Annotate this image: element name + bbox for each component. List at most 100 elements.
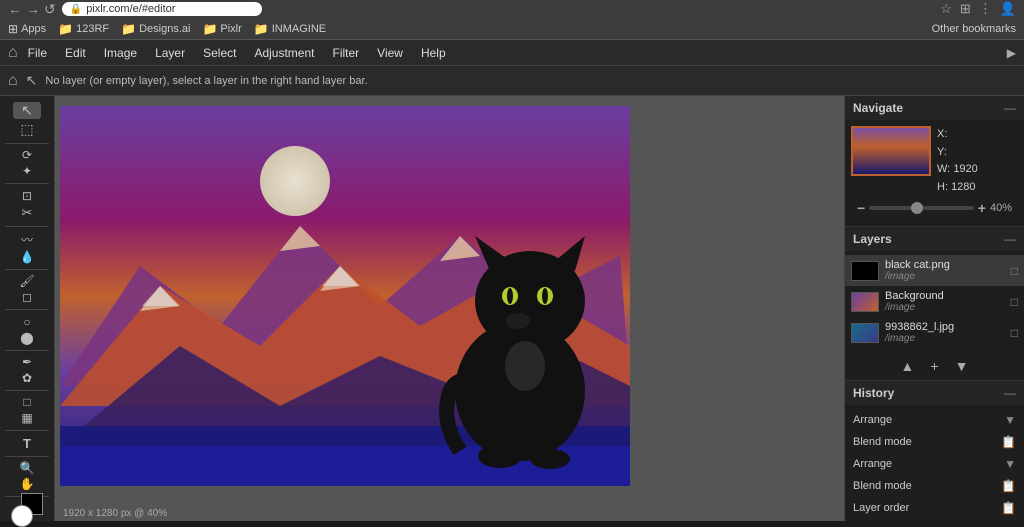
eraser-tool[interactable]: ◻ xyxy=(13,290,41,304)
menu-layer[interactable]: Layer xyxy=(147,43,193,63)
foreground-color[interactable] xyxy=(11,505,33,527)
cat-silhouette xyxy=(430,191,610,471)
marquee-tool[interactable]: ⬚ xyxy=(13,121,41,138)
back-button[interactable]: ← xyxy=(8,1,22,17)
history-label-4: Layer order xyxy=(853,502,909,514)
canvas-area[interactable]: 1920 x 1280 px @ 40% xyxy=(55,96,844,521)
menu-help[interactable]: Help xyxy=(413,43,454,63)
status-text: 1920 x 1280 px @ 40% xyxy=(63,508,167,519)
nav-thumbnail[interactable] xyxy=(851,126,931,176)
history-item-1[interactable]: Blend mode 📋 xyxy=(845,431,1024,453)
thumbnail-row: X: Y: W: 1920 H: 1280 xyxy=(851,126,1018,196)
navigate-header: Navigate — xyxy=(845,96,1024,120)
scissors-tool[interactable]: ✂ xyxy=(13,205,41,221)
layer-visibility-icon-0[interactable]: □ xyxy=(1011,264,1018,278)
home-icon[interactable]: ⌂ xyxy=(8,44,18,62)
history-icon-3: 📋 xyxy=(1001,479,1016,493)
star-icon[interactable]: ☆ xyxy=(940,1,952,17)
layer-controls: ▲ + ▼ xyxy=(845,352,1024,380)
color-preview[interactable] xyxy=(11,505,43,515)
menu-edit[interactable]: Edit xyxy=(57,43,94,63)
history-item-4[interactable]: Layer order 📋 xyxy=(845,497,1024,519)
menu-view[interactable]: View xyxy=(369,43,411,63)
profile-icon[interactable]: 👤 xyxy=(1000,1,1016,17)
folder-icon-1: 📁 xyxy=(58,22,73,36)
layer-item-blackcat[interactable]: black cat.png /image □ xyxy=(845,255,1024,286)
layers-section: Layers — black cat.png /image □ Backgrou… xyxy=(845,227,1024,381)
bookmark-inmagine[interactable]: 📁 INMAGINE xyxy=(254,22,326,36)
canvas-image xyxy=(60,106,630,486)
layer-visibility-icon-1[interactable]: □ xyxy=(1011,295,1018,309)
canvas-status: 1920 x 1280 px @ 40% xyxy=(63,508,167,519)
layer-item-background[interactable]: Background /image □ xyxy=(845,286,1024,317)
history-content: Arrange ▼ Blend mode 📋 Arrange ▼ Blend m… xyxy=(845,405,1024,521)
bookmark-apps[interactable]: ⊞ Apps xyxy=(8,22,46,36)
toolbar: ⌂ ↖ No layer (or empty layer), select a … xyxy=(0,66,1024,96)
history-item-2[interactable]: Arrange ▼ xyxy=(845,453,1024,475)
zoom-minus-button[interactable]: − xyxy=(857,200,865,216)
zoom-plus-button[interactable]: + xyxy=(978,200,986,216)
healing-tool[interactable]: 〰 xyxy=(13,231,41,248)
hand-tool[interactable]: ✋ xyxy=(13,477,41,491)
layer-visibility-icon-2[interactable]: □ xyxy=(1011,326,1018,340)
layer-info-1: Background /image xyxy=(885,290,1005,313)
layer-down-button[interactable]: ▼ xyxy=(951,356,973,376)
extensions-icon[interactable]: ⊞ xyxy=(960,1,971,17)
menu-dots-icon[interactable]: ⋮ xyxy=(979,1,992,17)
history-label-0: Arrange xyxy=(853,414,892,426)
history-label-2: Arrange xyxy=(853,458,892,470)
menu-filter[interactable]: Filter xyxy=(324,43,367,63)
menu-select[interactable]: Select xyxy=(195,43,244,63)
toolbar-hint: No layer (or empty layer), select a laye… xyxy=(45,75,367,87)
bookmark-pixlr[interactable]: 📁 Pixlr xyxy=(202,22,241,36)
history-label-1: Blend mode xyxy=(853,436,912,448)
layer-up-button[interactable]: ▲ xyxy=(897,356,919,376)
home-toolbar-icon[interactable]: ⌂ xyxy=(8,72,18,90)
menu-file[interactable]: File xyxy=(20,43,55,63)
text-tool[interactable]: T xyxy=(13,436,41,451)
layer-name-0: black cat.png xyxy=(885,259,1005,271)
cursor-toolbar-icon[interactable]: ↖ xyxy=(26,72,38,89)
navigate-title: Navigate xyxy=(853,101,903,115)
menu-adjustment[interactable]: Adjustment xyxy=(246,43,322,63)
main-layout: ↖ ⬚ ⟳ ✦ ⊡ ✂ 〰 💧 🖌 ◻ ○ ⬤ ✒ ✿ □ ▦ T 🔍 ✋ xyxy=(0,96,1024,521)
crop-tool[interactable]: ⊡ xyxy=(13,189,41,203)
history-item-3[interactable]: Blend mode 📋 xyxy=(845,475,1024,497)
dodge-tool[interactable]: ○ xyxy=(13,315,41,329)
layers-collapse-icon[interactable]: — xyxy=(1004,232,1016,246)
reload-button[interactable]: ↺ xyxy=(44,1,56,18)
history-item-0[interactable]: Arrange ▼ xyxy=(845,409,1024,431)
select-tool[interactable]: ↖ xyxy=(13,102,41,119)
url-text: pixlr.com/e/#editor xyxy=(86,3,175,15)
bookmark-123rf[interactable]: 📁 123RF xyxy=(58,22,109,36)
history-icon-2: ▼ xyxy=(1004,457,1016,471)
zoom-slider[interactable] xyxy=(869,206,974,210)
layer-type-0: /image xyxy=(885,271,1005,282)
other-bookmarks-label: Other bookmarks xyxy=(932,23,1016,35)
eyedropper-tool[interactable]: 💧 xyxy=(13,250,41,264)
browser-nav: ← → ↺ xyxy=(8,1,56,18)
forward-button[interactable]: → xyxy=(26,1,40,17)
address-bar[interactable]: 🔒 pixlr.com/e/#editor xyxy=(62,2,262,16)
lasso-tool[interactable]: ⟳ xyxy=(13,148,41,162)
other-bookmarks[interactable]: Other bookmarks xyxy=(932,23,1016,35)
layer-add-button[interactable]: + xyxy=(926,356,942,376)
navigate-collapse-icon[interactable]: — xyxy=(1004,101,1016,115)
clone-tool[interactable]: ✿ xyxy=(13,371,41,385)
bookmark-label-3: Pixlr xyxy=(220,23,241,35)
history-collapse-icon[interactable]: — xyxy=(1004,386,1016,400)
bookmark-designsai[interactable]: 📁 Designs.ai xyxy=(121,22,190,36)
pen-tool[interactable]: ✒ xyxy=(13,355,41,369)
paint-tool[interactable]: 🖌 xyxy=(13,274,41,288)
gradient-tool[interactable]: ▦ xyxy=(13,411,41,425)
layer-item-photo[interactable]: 9938862_l.jpg /image □ xyxy=(845,317,1024,348)
blur-tool[interactable]: ⬤ xyxy=(13,331,41,345)
wand-tool[interactable]: ✦ xyxy=(13,164,41,178)
zoom-slider-thumb[interactable] xyxy=(911,202,923,214)
menu-right-icon[interactable]: ▶ xyxy=(1007,46,1016,60)
zoom-tool[interactable]: 🔍 xyxy=(13,461,41,475)
browser-actions: ☆ ⊞ ⋮ 👤 xyxy=(940,1,1016,17)
bookmarks-bar: ⊞ Apps 📁 123RF 📁 Designs.ai 📁 Pixlr 📁 IN… xyxy=(0,18,1024,40)
menu-image[interactable]: Image xyxy=(96,43,145,63)
shape-tool[interactable]: □ xyxy=(13,395,41,409)
